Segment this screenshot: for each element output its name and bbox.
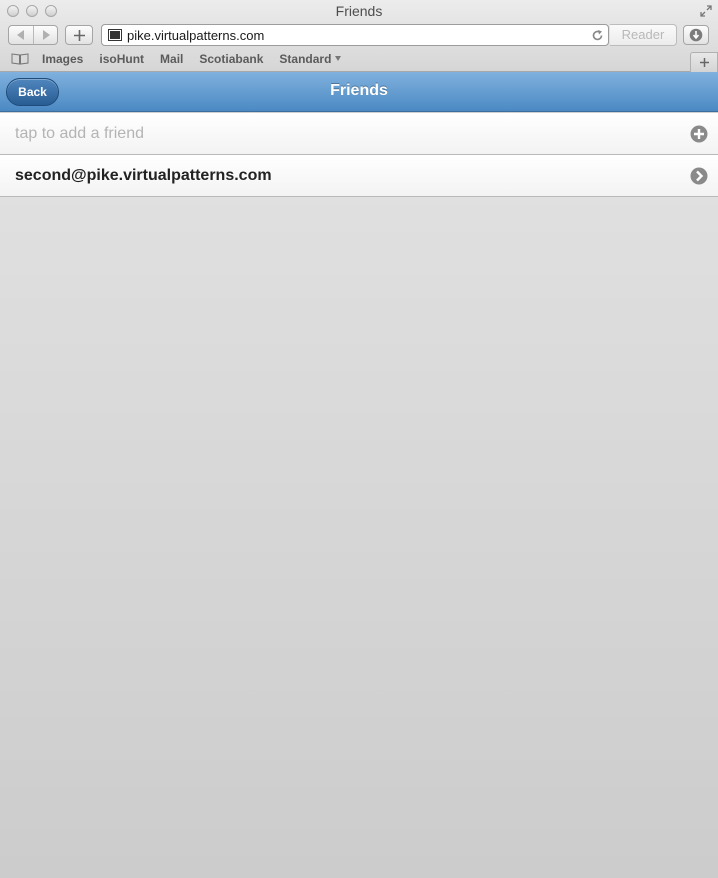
reader-button[interactable]: Reader <box>610 24 677 46</box>
history-nav <box>8 25 58 45</box>
bookmark-isohunt[interactable]: isoHunt <box>99 52 144 66</box>
reload-icon[interactable] <box>591 29 604 42</box>
back-nav-button[interactable] <box>9 26 33 44</box>
plus-icon <box>699 58 709 67</box>
fullscreen-icon[interactable] <box>699 4 713 18</box>
bookmark-standard-label: Standard <box>279 52 332 66</box>
plus-icon <box>73 29 85 41</box>
downloads-button[interactable] <box>683 25 709 45</box>
add-circle-icon <box>690 125 708 143</box>
bookmarks-bar: Images isoHunt Mail Scotiabank Standard <box>11 51 357 67</box>
bookmark-standard-folder[interactable]: Standard <box>279 52 342 66</box>
add-friend-row[interactable]: tap to add a friend <box>0 113 718 155</box>
chevron-right-circle-icon <box>690 167 708 185</box>
friends-list: tap to add a friend second@pike.virtualp… <box>0 113 718 878</box>
reading-list-icon[interactable] <box>11 53 29 65</box>
bookmark-scotiabank[interactable]: Scotiabank <box>199 52 263 66</box>
new-tab-button[interactable] <box>690 52 718 72</box>
page-title: Friends <box>330 82 388 99</box>
bookmark-mail[interactable]: Mail <box>160 52 183 66</box>
url-text: pike.virtualpatterns.com <box>127 28 265 43</box>
app-header: Back Friends <box>0 72 718 112</box>
add-bookmark-button[interactable] <box>65 25 93 45</box>
add-friend-placeholder: tap to add a friend <box>15 125 144 142</box>
forward-nav-button[interactable] <box>33 26 57 44</box>
download-icon <box>689 28 703 42</box>
window-title: Friends <box>335 3 383 19</box>
chevron-down-icon <box>335 56 342 61</box>
site-favicon-icon <box>108 29 122 41</box>
friend-email: second@pike.virtualpatterns.com <box>15 167 272 184</box>
back-arrow-icon <box>17 30 24 40</box>
friend-row[interactable]: second@pike.virtualpatterns.com <box>0 155 718 197</box>
forward-arrow-icon <box>42 30 50 40</box>
bookmark-images[interactable]: Images <box>42 52 83 66</box>
browser-toolbar: Friends pike.virtualpatterns.com Reader <box>0 0 718 72</box>
address-bar[interactable]: pike.virtualpatterns.com <box>101 24 609 46</box>
